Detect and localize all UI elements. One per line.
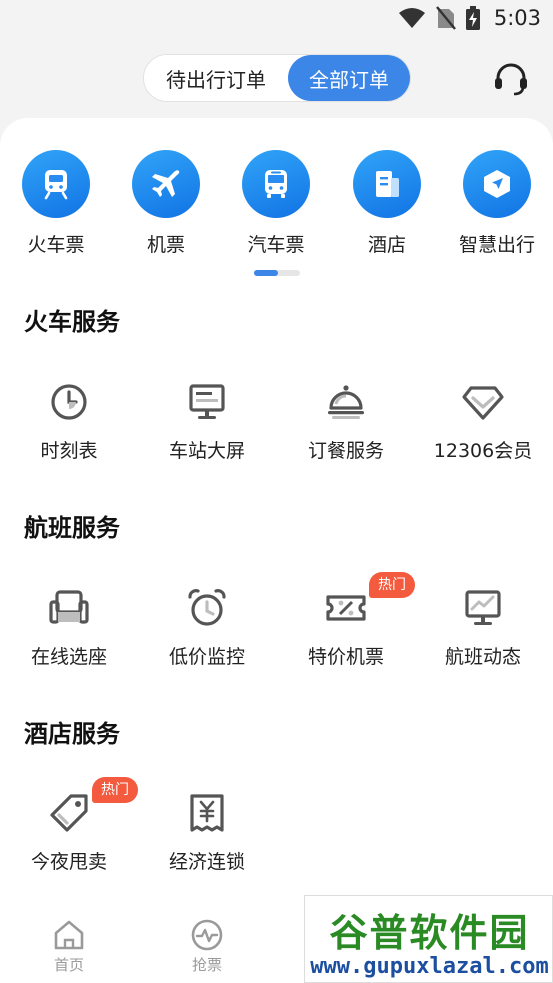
quick-plane[interactable]: 机票	[111, 150, 221, 257]
carousel-indicator	[254, 270, 300, 276]
status-time: 5:03	[493, 6, 541, 30]
service-12306-member-label: 12306会员	[433, 440, 533, 462]
watermark-name: 谷普软件园	[329, 911, 530, 955]
hot-badge: 热门	[369, 572, 415, 598]
quick-smart-travel-label: 智慧出行	[458, 234, 535, 256]
discount-ticket-icon	[326, 595, 366, 621]
service-special-flights[interactable]: 特价机票 热门	[277, 572, 415, 669]
carousel-indicator-active	[254, 270, 278, 276]
tab-grab-ticket-label: 抢票	[191, 956, 222, 974]
service-seat-selection[interactable]: 在线选座	[0, 586, 138, 669]
hotel-icon	[353, 150, 421, 218]
monitor-icon	[189, 384, 225, 419]
tab-pending-orders[interactable]: 待出行订单	[144, 55, 288, 101]
service-station-screen-label: 车站大屏	[168, 440, 245, 462]
quick-smart-travel[interactable]: 智慧出行	[442, 150, 552, 257]
train-icon	[22, 150, 90, 218]
service-meal-order-label: 订餐服务	[307, 440, 384, 462]
tab-home-label: 首页	[53, 956, 84, 974]
headset-icon[interactable]	[492, 60, 530, 98]
wifi-icon	[398, 8, 425, 28]
watermark-url: www.gupuxlazal.com	[310, 954, 549, 979]
tab-home[interactable]: 首页	[14, 918, 124, 975]
hot-badge: 热门	[92, 777, 138, 803]
status-bar: 5:03	[0, 0, 553, 40]
cloche-icon	[328, 385, 364, 419]
service-flight-status[interactable]: 航班动态	[414, 586, 552, 669]
section-title-hotel: 酒店服务	[24, 720, 120, 748]
quick-bus[interactable]: 汽车票	[221, 150, 331, 257]
quick-train-label: 火车票	[27, 234, 85, 256]
quick-hotel[interactable]: 酒店	[332, 150, 442, 257]
home-icon	[54, 920, 84, 950]
service-price-monitor[interactable]: 低价监控	[138, 586, 276, 669]
watermark: 谷普软件园 www.gupuxlazal.com	[304, 895, 553, 983]
quick-train[interactable]: 火车票	[1, 150, 111, 257]
service-budget-chain[interactable]: 经济连锁	[138, 791, 276, 874]
service-timetable[interactable]: 时刻表	[0, 380, 138, 463]
no-sim-icon	[435, 6, 456, 30]
navigation-icon	[463, 150, 531, 218]
service-meal-order[interactable]: 订餐服务	[277, 380, 415, 463]
service-tonight-sale[interactable]: 今夜甩卖 热门	[0, 777, 138, 874]
service-station-screen[interactable]: 车站大屏	[138, 380, 276, 463]
order-segmented-control: 待出行订单 全部订单	[143, 54, 411, 102]
service-flight-status-label: 航班动态	[444, 646, 521, 668]
service-timetable-label: 时刻表	[40, 440, 98, 462]
services-card: 火车票 机票 汽车票 酒店 智慧出行 火车服务 时刻表 车站大屏 订餐服务 12…	[0, 118, 553, 918]
service-seat-selection-label: 在线选座	[30, 646, 107, 668]
quick-plane-label: 机票	[146, 234, 185, 256]
pulse-icon	[191, 919, 223, 951]
trend-monitor-icon	[465, 590, 501, 625]
service-price-monitor-label: 低价监控	[168, 646, 245, 668]
service-special-flights-label: 特价机票	[307, 646, 384, 668]
quick-hotel-label: 酒店	[367, 234, 406, 256]
seat-icon	[49, 590, 89, 624]
diamond-icon	[462, 386, 504, 420]
service-tonight-sale-label: 今夜甩卖	[30, 851, 107, 873]
bus-icon	[242, 150, 310, 218]
quick-services: 火车票 机票 汽车票 酒店 智慧出行	[0, 150, 553, 260]
section-title-flight: 航班服务	[24, 514, 120, 542]
tab-all-orders[interactable]: 全部订单	[288, 55, 410, 101]
service-budget-chain-label: 经济连锁	[168, 851, 245, 873]
price-tag-icon	[50, 794, 88, 832]
battery-charging-icon	[465, 6, 480, 30]
section-title-train: 火车服务	[24, 308, 120, 336]
watermark-brand: 谷普软件园	[305, 902, 553, 957]
service-12306-member[interactable]: 12306会员	[414, 380, 552, 463]
status-icons: 5:03	[398, 6, 541, 30]
quick-bus-label: 汽车票	[247, 234, 305, 256]
plane-icon	[132, 150, 200, 218]
order-header: 待出行订单 全部订单	[0, 52, 553, 104]
alarm-clock-icon	[188, 589, 226, 626]
tab-grab-ticket[interactable]: 抢票	[152, 918, 262, 975]
clock-icon	[51, 384, 87, 420]
yen-receipt-icon	[190, 794, 224, 832]
